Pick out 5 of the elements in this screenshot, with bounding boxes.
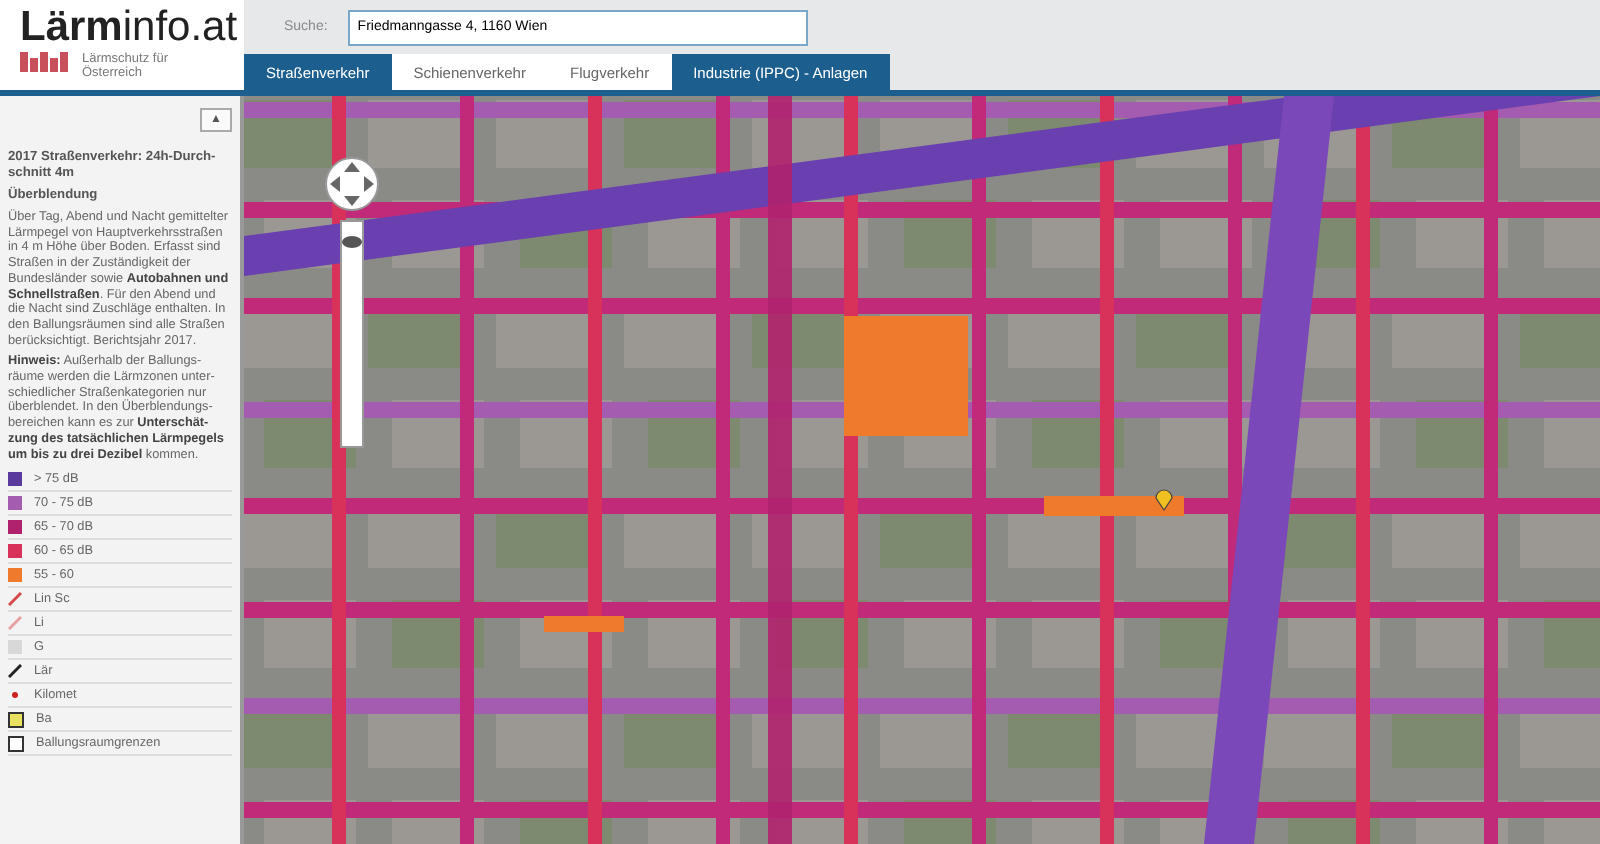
- site-logo-text[interactable]: Lärminfo.at: [20, 8, 244, 48]
- zoom-thumb[interactable]: [342, 236, 362, 249]
- pan-control-icon[interactable]: [324, 156, 380, 212]
- zoom-slider[interactable]: [340, 220, 364, 448]
- map-pin-icon: [1154, 488, 1174, 512]
